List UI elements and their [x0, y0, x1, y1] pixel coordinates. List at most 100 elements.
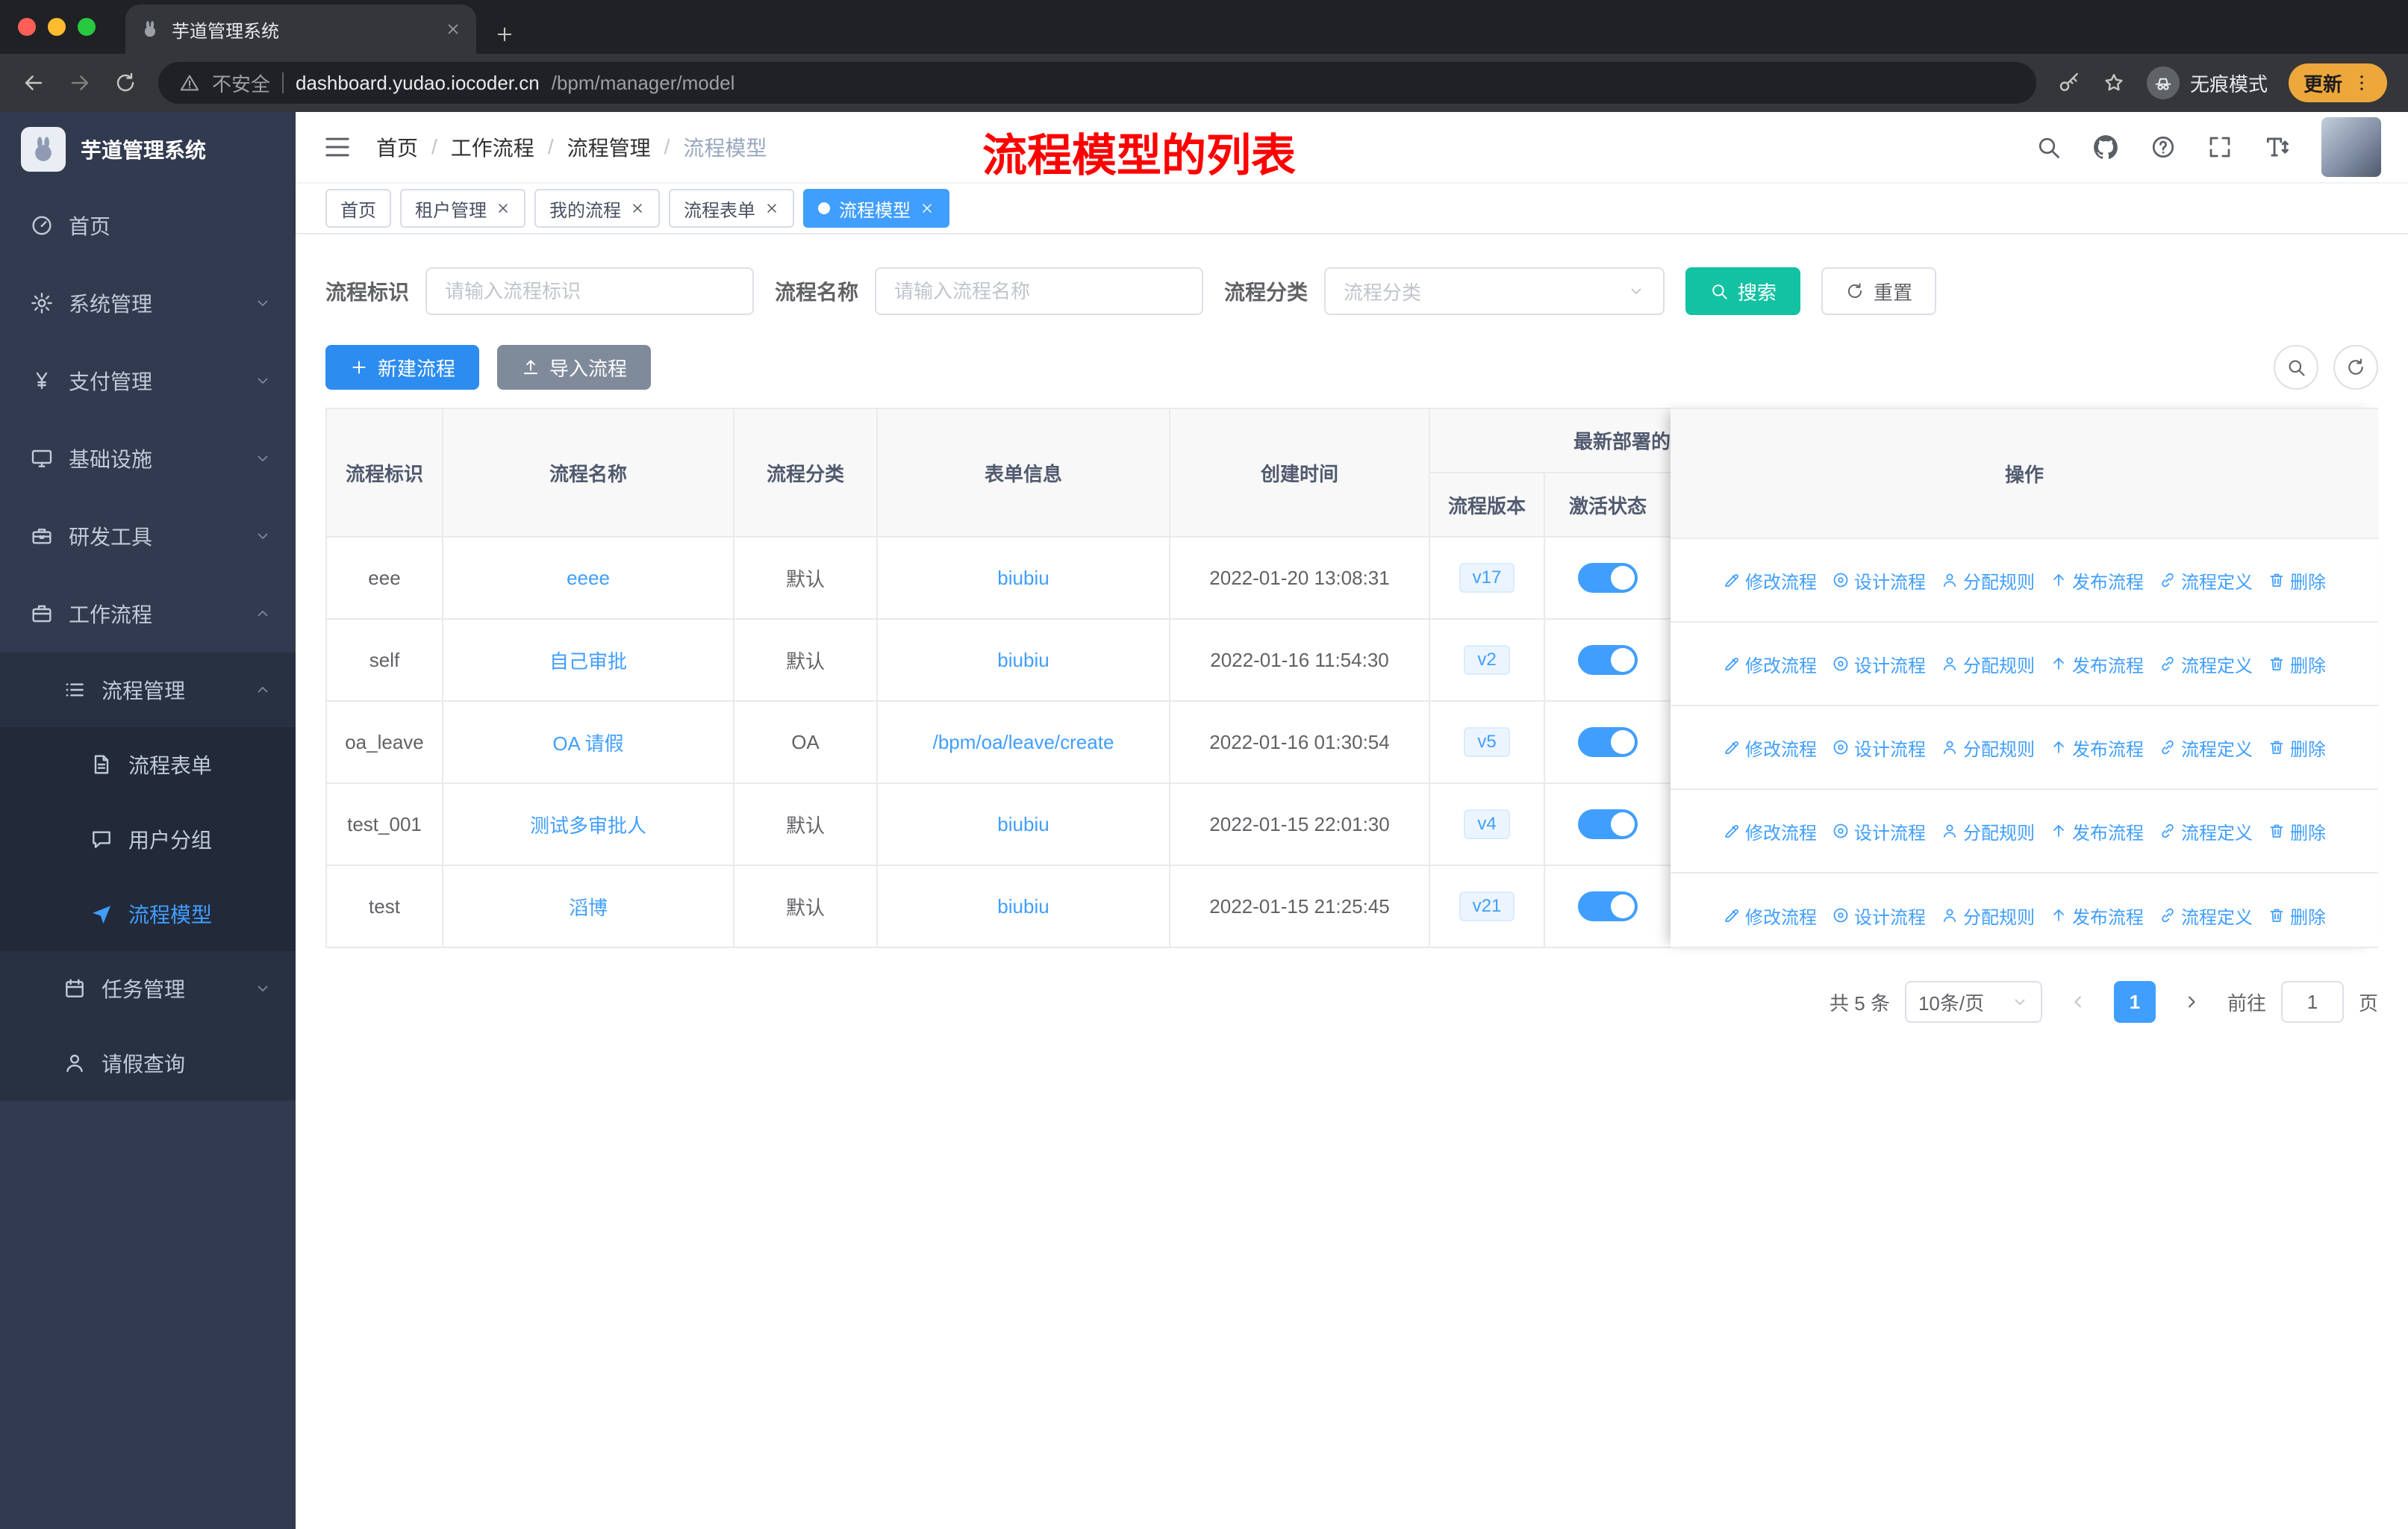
- action-modify[interactable]: 修改流程: [1723, 735, 1817, 761]
- sidebar-item-home[interactable]: 首页: [0, 187, 296, 264]
- action-modify[interactable]: 修改流程: [1723, 903, 1817, 929]
- help-icon[interactable]: [2150, 134, 2177, 161]
- action-assign-rule[interactable]: 分配规则: [1941, 567, 2035, 594]
- tag-close-icon[interactable]: [630, 201, 645, 216]
- search-button[interactable]: 搜索: [1685, 267, 1801, 315]
- browser-forward-button[interactable]: [67, 70, 93, 96]
- sidebar-item-infrastructure[interactable]: 基础设施: [0, 420, 296, 497]
- tag-close-icon[interactable]: [764, 201, 779, 216]
- import-process-button[interactable]: 导入流程: [497, 345, 652, 390]
- action-definition[interactable]: 流程定义: [2159, 735, 2253, 761]
- address-bar[interactable]: 不安全 dashboard.yudao.iocoder.cn/bpm/manag…: [158, 62, 2036, 104]
- action-delete[interactable]: 删除: [2268, 735, 2326, 761]
- form-info-link[interactable]: biubiu: [997, 567, 1049, 589]
- bookmark-star-icon[interactable]: [2102, 71, 2126, 95]
- sidebar-toggle-icon[interactable]: [322, 132, 352, 162]
- action-publish[interactable]: 发布流程: [2050, 735, 2144, 761]
- password-key-icon[interactable]: [2057, 71, 2081, 95]
- action-design[interactable]: 设计流程: [1832, 651, 1926, 677]
- process-name-link[interactable]: 自己审批: [549, 650, 627, 673]
- new-tab-button[interactable]: [494, 24, 515, 45]
- form-info-link[interactable]: biubiu: [997, 895, 1049, 918]
- action-modify[interactable]: 修改流程: [1723, 651, 1817, 677]
- active-toggle[interactable]: [1578, 809, 1638, 839]
- action-assign-rule[interactable]: 分配规则: [1941, 903, 2035, 929]
- action-modify[interactable]: 修改流程: [1723, 567, 1817, 594]
- form-info-link[interactable]: biubiu: [997, 649, 1049, 671]
- tag-close-icon[interactable]: [496, 201, 511, 216]
- sidebar-item-user-group[interactable]: 用户分组: [0, 802, 296, 876]
- sidebar-item-process-model[interactable]: 流程模型: [0, 876, 296, 951]
- form-info-link[interactable]: biubiu: [997, 813, 1049, 835]
- browser-tab[interactable]: 芋道管理系统: [125, 4, 476, 54]
- action-publish[interactable]: 发布流程: [2050, 567, 2144, 594]
- sidebar-item-process-form[interactable]: 流程表单: [0, 727, 296, 802]
- action-design[interactable]: 设计流程: [1832, 567, 1926, 594]
- action-definition[interactable]: 流程定义: [2159, 818, 2253, 844]
- sidebar-item-payment-mgmt[interactable]: 支付管理: [0, 342, 296, 420]
- action-design[interactable]: 设计流程: [1832, 903, 1926, 929]
- action-definition[interactable]: 流程定义: [2159, 651, 2253, 677]
- browser-reload-button[interactable]: [113, 71, 137, 95]
- action-assign-rule[interactable]: 分配规则: [1941, 651, 2035, 677]
- process-name-link[interactable]: 滔博: [569, 897, 608, 919]
- breadcrumb-item[interactable]: 流程管理: [567, 132, 651, 162]
- next-page-button[interactable]: [2171, 981, 2212, 1023]
- page-size-select[interactable]: 10条/页: [1904, 981, 2042, 1023]
- prev-page-button[interactable]: [2057, 981, 2099, 1023]
- tag-process-model[interactable]: 流程模型: [803, 189, 949, 228]
- close-window-button[interactable]: [18, 18, 36, 36]
- action-publish[interactable]: 发布流程: [2050, 903, 2144, 929]
- sidebar-item-leave-query[interactable]: 请假查询: [0, 1026, 296, 1100]
- tag-close-icon[interactable]: [920, 201, 935, 216]
- sidebar-item-workflow[interactable]: 工作流程: [0, 575, 296, 653]
- header-search-icon[interactable]: [2035, 134, 2062, 161]
- active-toggle[interactable]: [1578, 727, 1638, 757]
- process-key-input[interactable]: [425, 267, 755, 315]
- action-delete[interactable]: 删除: [2268, 903, 2326, 929]
- active-toggle[interactable]: [1578, 645, 1638, 675]
- minimize-window-button[interactable]: [48, 18, 66, 36]
- breadcrumb-item[interactable]: 首页: [376, 132, 418, 162]
- sidebar-item-process-mgmt[interactable]: 流程管理: [0, 653, 296, 727]
- maximize-window-button[interactable]: [78, 18, 96, 36]
- fullscreen-icon[interactable]: [2206, 134, 2233, 161]
- tab-close-icon[interactable]: [445, 21, 461, 37]
- active-toggle[interactable]: [1578, 563, 1638, 593]
- process-name-link[interactable]: eeee: [567, 567, 610, 589]
- user-avatar[interactable]: [2321, 117, 2381, 177]
- process-name-link[interactable]: OA 请假: [552, 732, 623, 755]
- action-assign-rule[interactable]: 分配规则: [1941, 735, 2035, 761]
- breadcrumb-item[interactable]: 工作流程: [451, 132, 534, 162]
- form-info-link[interactable]: /bpm/oa/leave/create: [933, 731, 1114, 753]
- action-design[interactable]: 设计流程: [1832, 735, 1926, 761]
- page-number-button[interactable]: 1: [2113, 981, 2156, 1023]
- sidebar-item-task-mgmt[interactable]: 任务管理: [0, 951, 296, 1026]
- goto-page-input[interactable]: [2280, 981, 2344, 1023]
- font-size-icon[interactable]: [2263, 133, 2292, 161]
- sidebar-item-system-mgmt[interactable]: 系统管理: [0, 264, 296, 342]
- table-refresh-button[interactable]: [2333, 345, 2378, 390]
- process-name-link[interactable]: 测试多审批人: [530, 815, 646, 837]
- action-delete[interactable]: 删除: [2268, 818, 2326, 844]
- action-publish[interactable]: 发布流程: [2050, 651, 2144, 677]
- browser-back-button[interactable]: [21, 70, 46, 96]
- action-delete[interactable]: 删除: [2268, 651, 2326, 677]
- browser-menu-icon[interactable]: [2351, 72, 2372, 93]
- update-button[interactable]: 更新: [2288, 63, 2387, 102]
- action-publish[interactable]: 发布流程: [2050, 818, 2144, 844]
- action-definition[interactable]: 流程定义: [2159, 567, 2253, 594]
- sidebar-item-dev-tools[interactable]: 研发工具: [0, 497, 296, 575]
- process-name-input[interactable]: [875, 267, 1204, 315]
- github-icon[interactable]: [2092, 133, 2120, 161]
- tag-tenant-mgmt[interactable]: 租户管理: [400, 189, 525, 228]
- tag-home[interactable]: 首页: [325, 189, 391, 228]
- reset-button[interactable]: 重置: [1821, 267, 1937, 315]
- create-process-button[interactable]: 新建流程: [325, 345, 480, 390]
- action-delete[interactable]: 删除: [2268, 567, 2326, 594]
- tag-process-form[interactable]: 流程表单: [669, 189, 794, 228]
- action-modify[interactable]: 修改流程: [1723, 818, 1817, 844]
- active-toggle[interactable]: [1578, 891, 1638, 921]
- tag-my-process[interactable]: 我的流程: [534, 189, 660, 228]
- action-assign-rule[interactable]: 分配规则: [1941, 818, 2035, 844]
